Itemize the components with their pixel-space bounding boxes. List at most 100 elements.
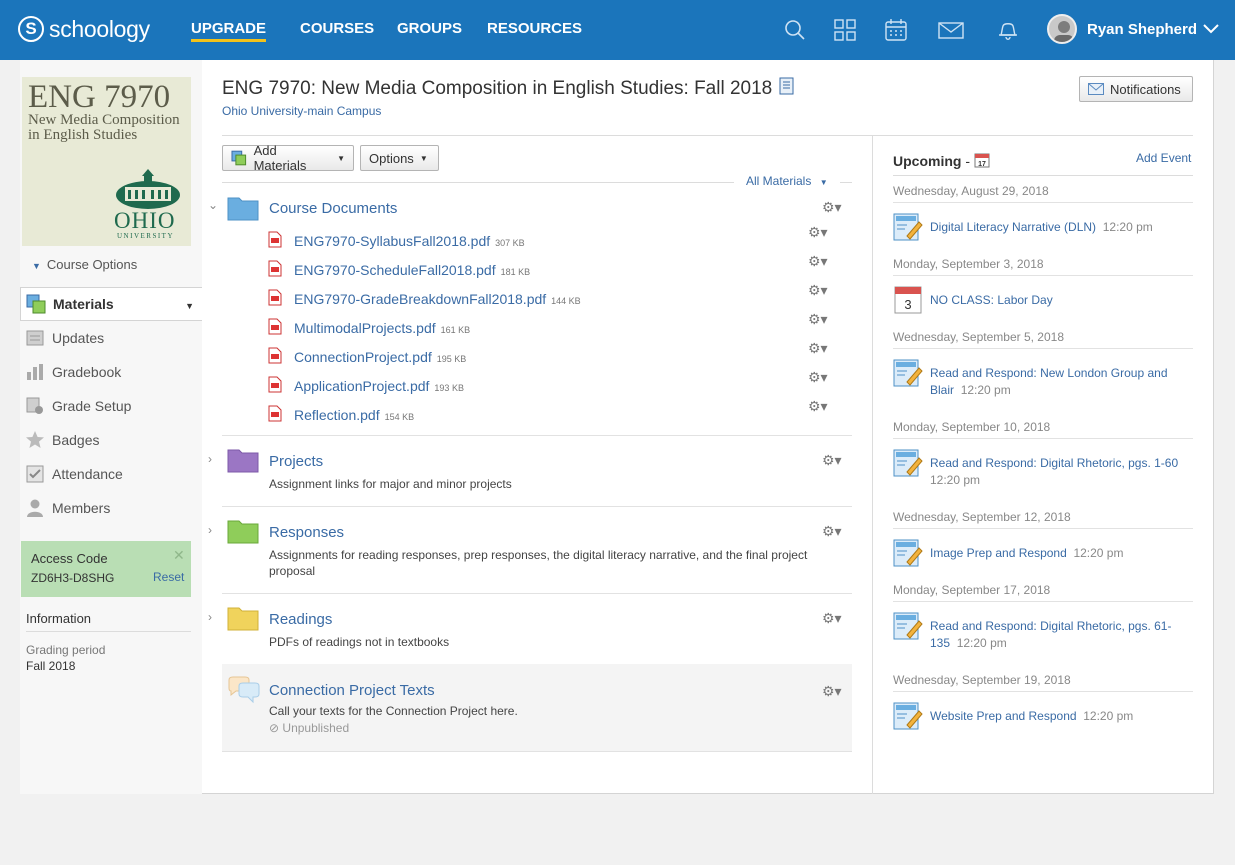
file-item[interactable]: ENG7970-ScheduleFall2018.pdf 181 KB [268,258,530,278]
gear-icon[interactable]: ⚙▾ [808,224,828,241]
folder-expand-chevron-icon[interactable]: › [208,523,212,537]
folder-description: Assignment links for major and minor pro… [269,477,512,491]
event-name[interactable]: NO CLASS: Labor Day [930,293,1053,307]
calendar-icon[interactable] [883,17,909,43]
upcoming-date-divider [893,275,1193,276]
file-name[interactable]: ENG7970-SyllabusFall2018.pdf [294,233,490,249]
add-event-link[interactable]: Add Event [1136,151,1191,165]
nav-courses[interactable]: COURSES [300,20,374,37]
nav-resources[interactable]: RESOURCES [487,20,582,37]
sidebar-item-label: Members [52,500,111,516]
sidebar-item-label: Grade Setup [52,398,132,414]
upcoming-date: Monday, September 3, 2018 [893,257,1044,271]
upcoming-event[interactable]: 3 NO CLASS: Labor Day [893,285,1193,315]
add-materials-label: Add Materials [253,143,307,173]
event-name[interactable]: Website Prep and Respond [930,709,1077,723]
file-item[interactable]: ENG7970-SyllabusFall2018.pdf 307 KB [268,229,525,249]
event-name[interactable]: Image Prep and Respond [930,546,1067,560]
notifications-button[interactable]: Notifications [1079,76,1193,102]
course-info-notebook-icon[interactable] [778,77,794,95]
upcoming-event[interactable]: Digital Literacy Narrative (DLN) 12:20 p… [893,212,1193,242]
upcoming-heading: Upcoming - 17 [893,152,990,169]
gear-icon[interactable]: ⚙▾ [808,340,828,357]
assignment-icon [893,359,923,387]
course-profile-image: ENG 7970 New Media Composition in Englis… [22,77,191,246]
mail-icon[interactable] [938,17,964,43]
upcoming-event[interactable]: Read and Respond: New London Group and B… [893,358,1193,398]
gear-icon[interactable]: ⚙▾ [808,282,828,299]
sidebar-item-badges[interactable]: Badges [20,423,202,457]
file-name[interactable]: ENG7970-ScheduleFall2018.pdf [294,262,496,278]
caret-down-icon[interactable]: ▼ [185,301,194,311]
reset-access-code-link[interactable]: Reset [153,570,184,584]
upcoming-event[interactable]: Image Prep and Respond 12:20 pm [893,538,1193,568]
upcoming-event[interactable]: Read and Respond: Digital Rhetoric, pgs.… [893,611,1193,651]
sidebar-item-gradebook[interactable]: Gradebook [20,355,202,389]
file-item[interactable]: Reflection.pdf 154 KB [268,403,414,423]
sidebar-item-grade-setup[interactable]: Grade Setup [20,389,202,423]
gradebook-icon [27,364,43,380]
campus-link[interactable]: Ohio University-main Campus [222,104,381,118]
nav-upgrade[interactable]: UPGRADE [191,20,267,42]
file-name[interactable]: ConnectionProject.pdf [294,349,432,365]
event-name[interactable]: Read and Respond: Digital Rhetoric, pgs.… [930,456,1178,470]
gear-icon[interactable]: ⚙▾ [822,610,842,627]
sidebar-item-updates[interactable]: Updates [20,321,202,355]
sidebar-item-materials[interactable]: Materials ▼ [20,287,202,321]
file-item[interactable]: ConnectionProject.pdf 195 KB [268,345,466,365]
folder-expand-chevron-icon[interactable]: › [208,610,212,624]
pdf-file-icon [268,405,282,422]
notifications-bell-icon[interactable] [995,17,1021,43]
folder-title-projects[interactable]: Projects [269,453,323,470]
discussion-title-connection-project-texts[interactable]: Connection Project Texts [269,682,435,699]
file-name[interactable]: ApplicationProject.pdf [294,378,429,394]
options-button[interactable]: Options ▼ [360,145,439,171]
gear-icon[interactable]: ⚙▾ [822,523,842,540]
schoology-logo[interactable]: S schoology [18,14,150,44]
updates-icon [26,330,44,346]
discussion-bubbles-icon [228,676,260,704]
user-avatar[interactable] [1047,14,1077,44]
assignment-icon [893,612,923,640]
sidebar-item-label: Materials [53,296,114,312]
course-options-toggle[interactable]: ▼ Course Options [32,257,137,272]
gear-icon[interactable]: ⚙▾ [822,452,842,469]
file-size: 195 KB [436,354,467,364]
all-materials-filter[interactable]: All Materials ▼ [734,174,840,188]
upcoming-event[interactable]: Read and Respond: Digital Rhetoric, pgs.… [893,448,1193,488]
calendar-icon[interactable]: 17 [974,152,990,168]
apps-grid-icon[interactable] [832,17,858,43]
upcoming-event[interactable]: Website Prep and Respond 12:20 pm [893,701,1193,731]
close-icon[interactable]: ✕ [173,547,185,564]
sidebar-item-attendance[interactable]: Attendance [20,457,202,491]
gear-icon[interactable]: ⚙▾ [808,398,828,415]
search-icon[interactable] [782,17,808,43]
folder-title-readings[interactable]: Readings [269,611,332,628]
file-name[interactable]: Reflection.pdf [294,407,380,423]
file-item[interactable]: ENG7970-GradeBreakdownFall2018.pdf 144 K… [268,287,581,307]
file-item[interactable]: ApplicationProject.pdf 193 KB [268,374,464,394]
gear-icon[interactable]: ⚙▾ [822,199,842,216]
chevron-down-icon[interactable] [1202,22,1220,36]
folder-title-responses[interactable]: Responses [269,524,344,541]
folder-title-course-documents[interactable]: Course Documents [269,200,397,217]
folder-collapse-chevron-icon[interactable]: ⌄ [208,198,218,212]
gear-icon[interactable]: ⚙▾ [822,683,842,700]
file-size: 161 KB [440,325,471,335]
unpublished-icon: ⊘ [269,721,280,735]
user-name[interactable]: Ryan Shepherd [1087,21,1197,38]
file-item[interactable]: MultimodalProjects.pdf 161 KB [268,316,470,336]
gear-icon[interactable]: ⚙▾ [808,369,828,386]
caret-down-icon: ▼ [419,153,428,163]
nav-groups[interactable]: GROUPS [397,20,462,37]
gear-icon[interactable]: ⚙▾ [808,311,828,328]
event-name[interactable]: Digital Literacy Narrative (DLN) [930,220,1096,234]
svg-text:17: 17 [978,161,986,168]
course-image-title: ENG 7970 [28,79,171,115]
file-name[interactable]: ENG7970-GradeBreakdownFall2018.pdf [294,291,546,307]
sidebar-item-members[interactable]: Members [20,491,202,525]
file-name[interactable]: MultimodalProjects.pdf [294,320,436,336]
add-materials-button[interactable]: Add Materials ▼ [222,143,354,173]
folder-expand-chevron-icon[interactable]: › [208,452,212,466]
gear-icon[interactable]: ⚙▾ [808,253,828,270]
